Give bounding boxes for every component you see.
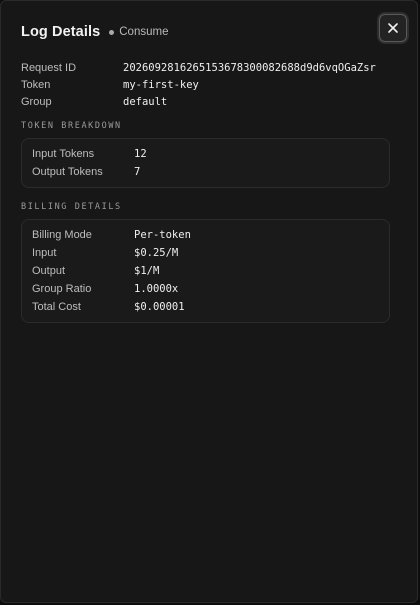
group-ratio-value: 1.0000x [134, 283, 179, 295]
table-row: Input Tokens 12 [32, 145, 379, 163]
log-meta-list: Request ID 2026092816265153678300082688d… [21, 59, 401, 110]
meta-label: Token [21, 78, 51, 91]
log-details-dialog: Log Details Consume Request ID 202609281… [0, 0, 418, 603]
input-price-value: $0.25/M [134, 247, 179, 259]
billing-details-heading: BILLING DETAILS [21, 202, 122, 212]
row-label: Total Cost [32, 301, 81, 313]
dialog-header: Log Details Consume [21, 21, 168, 43]
table-row: Group Ratio 1.0000x [32, 280, 379, 298]
row-label: Group Ratio [32, 283, 92, 295]
token-value: my-first-key [123, 78, 199, 91]
meta-label: Request ID [21, 61, 77, 74]
table-row: Output $1/M [32, 262, 379, 280]
table-row: Billing Mode Per-token [32, 226, 379, 244]
close-button[interactable] [379, 14, 407, 42]
dialog-title: Log Details [21, 24, 101, 40]
output-tokens-value: 7 [134, 166, 141, 178]
status-dot-icon [109, 29, 115, 35]
close-icon [388, 23, 398, 33]
token-breakdown-card: Input Tokens 12 Output Tokens 7 [21, 138, 390, 188]
request-id-value: 2026092816265153678300082688d9d6vqOGaZsr [123, 61, 376, 74]
table-row: Input $0.25/M [32, 244, 379, 262]
log-type-label: Consume [119, 26, 169, 38]
meta-row-request-id: Request ID 2026092816265153678300082688d… [21, 59, 401, 76]
meta-label: Group [21, 95, 52, 108]
billing-mode-value: Per-token [134, 229, 191, 241]
row-label: Billing Mode [32, 229, 92, 241]
row-label: Output [32, 265, 66, 277]
input-tokens-value: 12 [134, 148, 147, 160]
group-value: default [123, 95, 168, 108]
table-row: Output Tokens 7 [32, 163, 379, 181]
token-breakdown-heading: TOKEN BREAKDOWN [21, 121, 122, 131]
billing-details-card: Billing Mode Per-token Input $0.25/M Out… [21, 219, 390, 323]
row-label: Input [32, 247, 57, 259]
table-row: Total Cost $0.00001 [32, 298, 379, 316]
row-label: Input Tokens [32, 148, 95, 160]
row-label: Output Tokens [32, 166, 103, 178]
total-cost-value: $0.00001 [134, 301, 185, 313]
meta-row-group: Group default [21, 93, 401, 110]
output-price-value: $1/M [134, 265, 160, 277]
meta-row-token: Token my-first-key [21, 76, 401, 93]
